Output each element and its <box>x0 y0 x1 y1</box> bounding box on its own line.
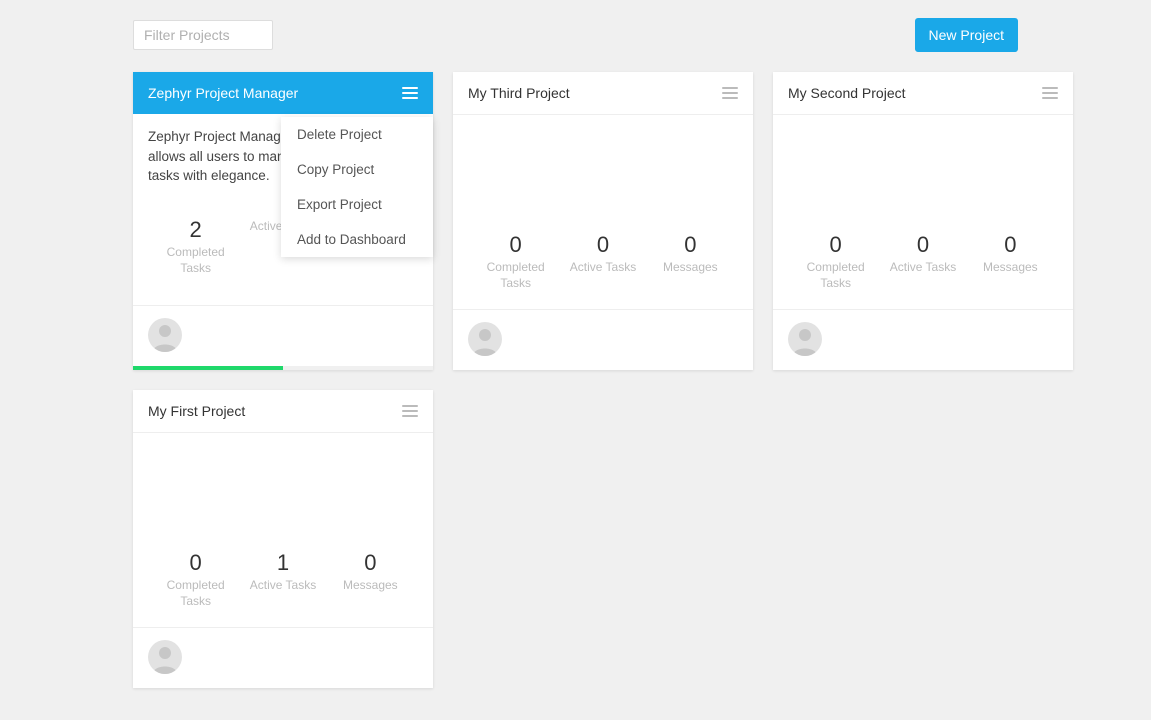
project-description <box>788 128 1058 232</box>
completed-label: Completed Tasks <box>152 245 239 276</box>
messages-count: 0 <box>327 550 414 576</box>
menu-icon[interactable] <box>1042 87 1058 99</box>
completed-count: 2 <box>152 217 239 243</box>
completed-count: 0 <box>792 232 879 258</box>
progress-bar <box>133 366 433 370</box>
active-label: Active Tasks <box>559 260 646 276</box>
filter-projects-input[interactable] <box>133 20 273 50</box>
add-to-dashboard-item[interactable]: Add to Dashboard <box>281 222 433 257</box>
messages-count: 0 <box>967 232 1054 258</box>
card-header: My Second Project <box>773 72 1073 115</box>
card-header: Zephyr Project Manager <box>133 72 433 114</box>
avatar-icon <box>468 322 502 356</box>
menu-icon[interactable] <box>402 405 418 417</box>
active-count: 0 <box>559 232 646 258</box>
export-project-item[interactable]: Export Project <box>281 187 433 222</box>
project-description <box>148 446 418 550</box>
project-title[interactable]: My Second Project <box>788 85 906 101</box>
project-dropdown: Delete Project Copy Project Export Proje… <box>281 117 433 257</box>
project-card: Zephyr Project Manager Delete Project Co… <box>133 72 433 370</box>
card-header: My First Project <box>133 390 433 433</box>
completed-label: Completed Tasks <box>152 578 239 609</box>
card-header: My Third Project <box>453 72 753 115</box>
messages-label: Messages <box>327 578 414 594</box>
avatar-icon <box>148 640 182 674</box>
completed-count: 0 <box>152 550 239 576</box>
avatar-icon <box>788 322 822 356</box>
messages-count: 0 <box>647 232 734 258</box>
menu-icon[interactable] <box>402 87 418 99</box>
messages-label: Messages <box>967 260 1054 276</box>
project-card: My Second Project 0 Completed Tasks 0 Ac… <box>773 72 1073 370</box>
completed-count: 0 <box>472 232 559 258</box>
completed-label: Completed Tasks <box>792 260 879 291</box>
completed-label: Completed Tasks <box>472 260 559 291</box>
new-project-button[interactable]: New Project <box>915 18 1018 52</box>
menu-icon[interactable] <box>722 87 738 99</box>
active-label: Active Tasks <box>239 578 326 594</box>
project-card: My Third Project 0 Completed Tasks 0 Act… <box>453 72 753 370</box>
project-title[interactable]: Zephyr Project Manager <box>148 85 298 101</box>
active-label: Active Tasks <box>879 260 966 276</box>
project-title[interactable]: My Third Project <box>468 85 570 101</box>
progress-fill <box>133 366 283 370</box>
avatar-icon <box>148 318 182 352</box>
active-count: 0 <box>879 232 966 258</box>
project-title[interactable]: My First Project <box>148 403 245 419</box>
project-card: My First Project 0 Completed Tasks 1 Act… <box>133 390 433 688</box>
delete-project-item[interactable]: Delete Project <box>281 117 433 152</box>
messages-label: Messages <box>647 260 734 276</box>
copy-project-item[interactable]: Copy Project <box>281 152 433 187</box>
project-description <box>468 128 738 232</box>
active-count: 1 <box>239 550 326 576</box>
